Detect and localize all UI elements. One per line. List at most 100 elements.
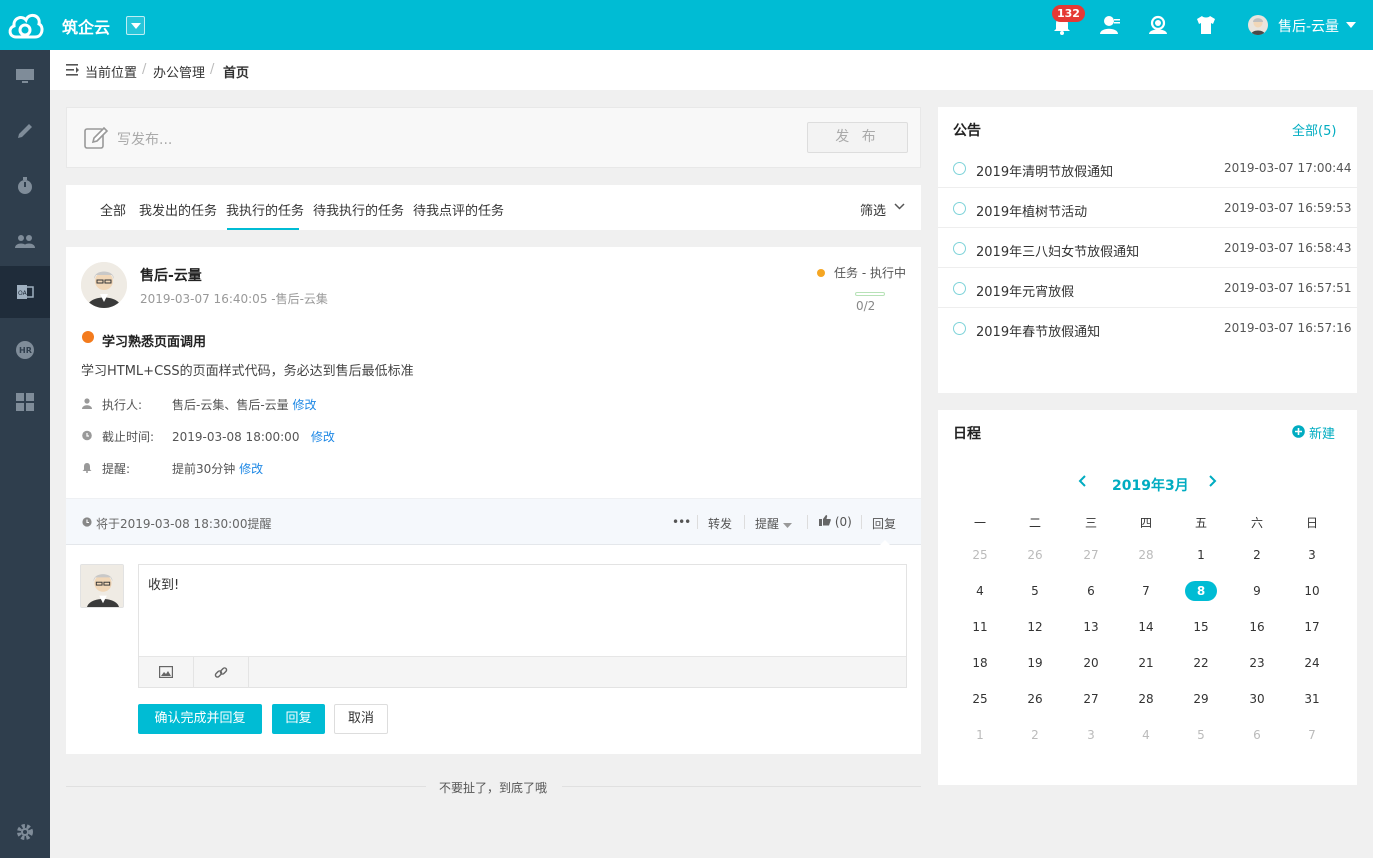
calendar-day[interactable]: 26 [1020,689,1050,709]
indent-menu-icon[interactable] [66,64,80,76]
calendar-day[interactable]: 28 [1131,545,1161,565]
calendar-day[interactable]: 29 [1186,689,1216,709]
calendar-day[interactable]: 2 [1242,545,1272,565]
nav-item-team[interactable] [0,215,50,267]
reply-input[interactable]: 收到! [148,574,179,593]
calendar-day[interactable]: 11 [965,617,995,637]
compose-box[interactable]: 写发布... 发 布 [66,107,921,168]
remind-dropdown[interactable]: 提醒 [755,515,792,532]
tab-pending-execution[interactable]: 待我执行的任务 [313,200,404,219]
calendar-day[interactable]: 6 [1242,725,1272,745]
compose-placeholder[interactable]: 写发布... [117,129,172,149]
notice-item-title[interactable]: 2019年清明节放假通知 [976,161,1113,180]
calendar-day[interactable]: 14 [1131,617,1161,637]
calendar-day[interactable]: 24 [1297,653,1327,673]
calendar-day[interactable]: 21 [1131,653,1161,673]
notice-item[interactable]: 2019年清明节放假通知 2019-03-07 17:00:44 [938,148,1357,188]
notice-item-title[interactable]: 2019年元宵放假 [976,281,1074,300]
task-author-name[interactable]: 售后-云量 [140,265,202,285]
calendar-day[interactable]: 27 [1076,545,1106,565]
publish-button[interactable]: 发 布 [807,122,908,153]
nav-item-desktop[interactable] [0,50,50,102]
tab-sent-tasks[interactable]: 我发出的任务 [139,200,217,219]
filter-dropdown[interactable]: 筛选 [860,200,905,219]
insert-link-button[interactable] [194,657,249,688]
notice-item-title[interactable]: 2019年春节放假通知 [976,321,1100,340]
calendar-day[interactable]: 5 [1020,581,1050,601]
notice-item-title[interactable]: 2019年三八妇女节放假通知 [976,241,1139,260]
calendar-day[interactable]: 10 [1297,581,1327,601]
calendar-day[interactable]: 15 [1186,617,1216,637]
calendar-day[interactable]: 28 [1131,689,1161,709]
calendar-day[interactable]: 3 [1297,545,1327,565]
nav-item-hr[interactable]: HR [0,324,50,376]
reply-toggle-button[interactable]: 回复 [872,515,896,532]
calendar-day[interactable]: 1 [1186,545,1216,565]
notice-item[interactable]: 2019年三八妇女节放假通知 2019-03-07 16:58:43 [938,228,1357,268]
caret-down-icon[interactable] [1346,22,1356,28]
more-actions-button[interactable]: ••• [672,515,691,529]
nav-item-apps[interactable] [0,376,50,428]
insert-image-button[interactable] [139,657,194,688]
tab-executing-tasks[interactable]: 我执行的任务 [226,200,304,219]
user-profile-icon[interactable] [1099,14,1121,36]
calendar-day[interactable]: 9 [1242,581,1272,601]
calendar-day[interactable]: 7 [1297,725,1327,745]
notice-item[interactable]: 2019年春节放假通知 2019-03-07 16:57:16 [938,308,1357,348]
support-headset-icon[interactable] [1147,14,1169,36]
nav-item-settings[interactable] [0,806,50,858]
calendar-day[interactable]: 5 [1186,725,1216,745]
author-avatar[interactable] [81,262,127,308]
calendar-day[interactable]: 19 [1020,653,1050,673]
calendar-day[interactable]: 18 [965,653,995,673]
chevron-left-icon[interactable] [1078,475,1086,487]
notice-item[interactable]: 2019年植树节活动 2019-03-07 16:59:53 [938,188,1357,228]
calendar-day[interactable]: 16 [1242,617,1272,637]
edit-executor-link[interactable]: 修改 [293,398,317,412]
calendar-day[interactable]: 26 [1020,545,1050,565]
cloud-logo-icon[interactable] [6,7,44,43]
chevron-right-icon[interactable] [1209,475,1217,487]
calendar-day[interactable]: 13 [1076,617,1106,637]
calendar-day[interactable]: 4 [1131,725,1161,745]
tab-pending-review[interactable]: 待我点评的任务 [413,200,504,219]
calendar-day[interactable]: 23 [1242,653,1272,673]
reply-button[interactable]: 回复 [272,704,325,734]
breadcrumb-item-office[interactable]: 办公管理 [153,62,205,81]
calendar-day[interactable]: 2 [1020,725,1050,745]
tab-all[interactable]: 全部 [100,200,126,219]
calendar-day[interactable]: 1 [965,725,995,745]
calendar-day[interactable]: 4 [965,581,995,601]
user-name[interactable]: 售后-云量 [1278,16,1339,36]
calendar-day[interactable]: 17 [1297,617,1327,637]
calendar-day[interactable]: 7 [1131,581,1161,601]
calendar-day[interactable]: 31 [1297,689,1327,709]
brand-dropdown-button[interactable] [126,16,145,35]
nav-item-office[interactable]: OA [0,266,50,318]
calendar-day[interactable]: 25 [965,545,995,565]
nav-item-timer[interactable] [0,160,50,212]
calendar-day[interactable]: 25 [965,689,995,709]
tshirt-theme-icon[interactable] [1195,14,1217,36]
confirm-complete-reply-button[interactable]: 确认完成并回复 [138,704,262,734]
notice-view-all-link[interactable]: 全部(5) [1292,120,1336,139]
calendar-day[interactable]: 3 [1076,725,1106,745]
calendar-day[interactable]: 20 [1076,653,1106,673]
notice-item-title[interactable]: 2019年植树节活动 [976,201,1087,220]
forward-button[interactable]: 转发 [708,515,732,532]
like-button[interactable]: (0) [819,515,852,529]
calendar-day[interactable]: 6 [1076,581,1106,601]
user-avatar[interactable] [1248,15,1268,35]
calendar-day[interactable]: 12 [1020,617,1050,637]
task-title[interactable]: 学习熟悉页面调用 [102,331,206,350]
reply-editor[interactable]: 收到! [138,564,907,688]
calendar-day[interactable]: 22 [1186,653,1216,673]
notice-item[interactable]: 2019年元宵放假 2019-03-07 16:57:51 [938,268,1357,308]
calendar-day-today[interactable]: 8 [1185,581,1217,601]
calendar-day[interactable]: 30 [1242,689,1272,709]
cancel-button[interactable]: 取消 [334,704,388,734]
nav-item-edit[interactable] [0,105,50,157]
edit-reminder-link[interactable]: 修改 [239,462,263,476]
edit-deadline-link[interactable]: 修改 [311,430,335,444]
calendar-day[interactable]: 27 [1076,689,1106,709]
